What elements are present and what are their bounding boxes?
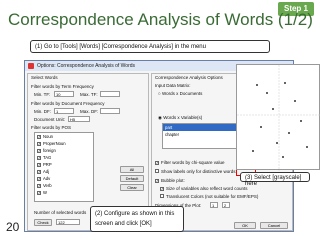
words-docs-radio[interactable]: ○ Words x Documents <box>158 91 202 96</box>
max-tf-input[interactable] <box>100 91 120 97</box>
filter-pos-label: Filter words by POS <box>31 125 72 130</box>
max-df-input[interactable] <box>100 108 120 114</box>
max-tf-label: Max. TF: <box>80 92 98 97</box>
show-labels-checkbox[interactable]: Show labels only for distinctive words: <box>155 169 237 174</box>
window-title: Options: Correspondence Analysis of Word… <box>37 63 136 69</box>
filter-df-label: Filter words by Document Frequency <box>31 101 105 106</box>
ca-options-label: Correspondence Analysis Options <box>155 75 223 80</box>
clear-button[interactable]: Clear <box>120 184 144 191</box>
selected-count-field: 122 <box>56 219 80 225</box>
cancel-button[interactable]: Cancel <box>260 222 288 229</box>
pos-list[interactable]: ✓ Noun ✓ ProperNoun ✓ foreign ✓ TAG ✓ PRP ✓ Ad… <box>34 132 94 202</box>
filter-chi-checkbox[interactable]: ✓ Filter words by chi-square value <box>155 160 225 165</box>
translucent-checkbox[interactable]: Translucent Colors (not suitable for EMF… <box>160 194 258 199</box>
input-matrix-label: Input Data Matrix: <box>155 83 191 88</box>
variables-list[interactable]: part chapter <box>162 123 238 149</box>
pos-item[interactable]: ✓ PRP <box>35 161 93 168</box>
filter-tf-label: Filter words by Term Frequency <box>31 84 94 89</box>
variable-item[interactable]: chapter <box>163 131 237 138</box>
selected-count-label: Number of selected words <box>34 210 87 215</box>
min-tf-input[interactable]: 10 <box>54 91 74 97</box>
callout-step2: (2) Configure as shown in this screen an… <box>90 206 184 232</box>
dim-x-input[interactable]: 1 <box>210 202 218 208</box>
page-title: Correspondence Analysis of Words (1/2) <box>8 10 313 29</box>
dim-y-input[interactable]: 2 <box>222 202 230 208</box>
callout-step1: (1) Go to [Tools] [Words] [Correspondenc… <box>30 40 270 53</box>
app-icon <box>28 63 34 69</box>
min-df-label: Min. DF: <box>34 109 52 114</box>
plot-preview <box>236 64 320 171</box>
pos-item[interactable]: ✓ TAG <box>35 154 93 161</box>
plot-preview-svg <box>237 65 320 171</box>
max-df-label: Max. DF: <box>80 109 99 114</box>
pos-item[interactable]: ✓ foreign <box>35 147 93 154</box>
pos-item[interactable]: ✓ Noun <box>35 133 93 140</box>
page-number: 20 <box>6 220 20 234</box>
pos-item[interactable]: ✓ Adj <box>35 168 93 175</box>
check-button[interactable]: Check <box>34 219 52 226</box>
pos-item[interactable]: ✓ W <box>35 189 93 196</box>
document-unit-label: Document Unit: <box>34 117 66 122</box>
variable-item[interactable]: part <box>163 124 237 131</box>
all-button[interactable]: All <box>120 166 144 173</box>
select-words-label: Select Words <box>31 75 58 80</box>
bubble-plot-checkbox[interactable]: ✓ Bubble plot: <box>155 178 185 183</box>
size-checkbox[interactable]: ✓ Size of variables also reflect word cou… <box>160 186 248 191</box>
pos-item[interactable]: ✓ Verb <box>35 182 93 189</box>
words-vars-radio[interactable]: ◉ Words x Variable(s) <box>158 115 202 121</box>
ok-button[interactable]: OK <box>234 222 256 229</box>
pos-item[interactable]: ✓ ProperNoun <box>35 140 93 147</box>
pos-item[interactable]: ✓ Adv <box>35 175 93 182</box>
min-df-input[interactable]: 1 <box>54 108 74 114</box>
callout-step3: (3) Select [grayscale] here <box>240 172 310 187</box>
document-unit-select[interactable]: H5 <box>68 116 90 122</box>
min-tf-label: Min. TF: <box>34 92 51 97</box>
default-button[interactable]: Default <box>120 175 144 182</box>
